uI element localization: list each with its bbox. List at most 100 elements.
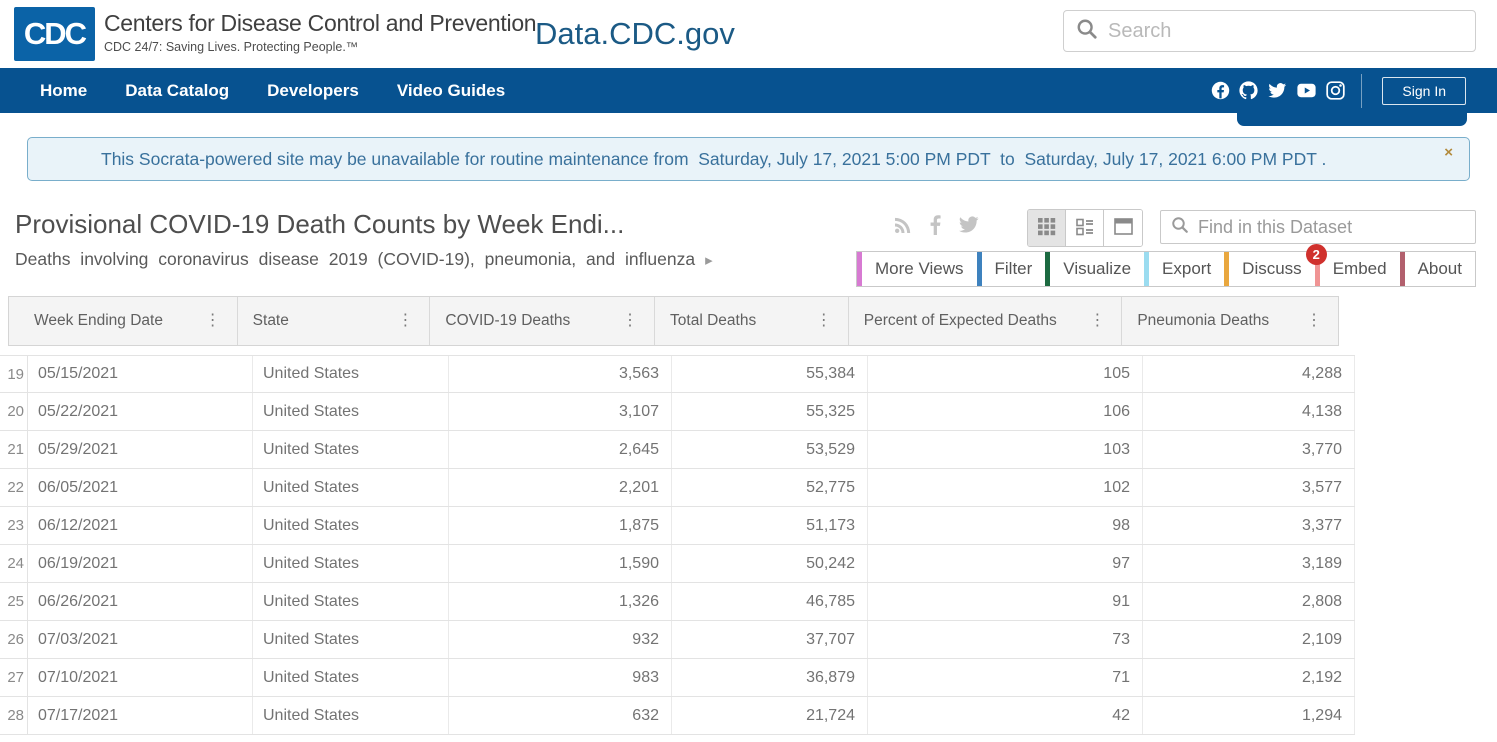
cell-week-ending-date[interactable]: 05/22/2021: [28, 393, 253, 430]
cell-total-deaths[interactable]: 21,724: [672, 697, 868, 734]
cell-week-ending-date[interactable]: 07/10/2021: [28, 659, 253, 696]
cell-pneumonia-deaths[interactable]: 3,377: [1143, 507, 1355, 544]
export-button[interactable]: Export: [1144, 252, 1224, 286]
cell-covid-deaths[interactable]: 1,590: [449, 545, 672, 582]
grid-view-button[interactable]: [1028, 210, 1066, 246]
cell-state[interactable]: United States: [253, 621, 449, 658]
cell-covid-deaths[interactable]: 1,326: [449, 583, 672, 620]
cell-percent-expected-deaths[interactable]: 71: [868, 659, 1143, 696]
column-menu-icon[interactable]: ⋮: [391, 309, 419, 333]
column-header-state[interactable]: State ⋮: [238, 297, 431, 345]
cell-pneumonia-deaths[interactable]: 4,138: [1143, 393, 1355, 430]
find-in-dataset[interactable]: [1160, 210, 1476, 244]
cell-percent-expected-deaths[interactable]: 102: [868, 469, 1143, 506]
instagram-icon[interactable]: [1326, 81, 1345, 100]
cell-percent-expected-deaths[interactable]: 42: [868, 697, 1143, 734]
column-menu-icon[interactable]: ⋮: [1300, 309, 1328, 333]
cell-total-deaths[interactable]: 36,879: [672, 659, 868, 696]
cell-total-deaths[interactable]: 52,775: [672, 469, 868, 506]
cell-pneumonia-deaths[interactable]: 3,770: [1143, 431, 1355, 468]
nav-item-data-catalog[interactable]: Data Catalog: [125, 81, 229, 101]
cell-week-ending-date[interactable]: 07/17/2021: [28, 697, 253, 734]
cell-state[interactable]: United States: [253, 431, 449, 468]
cell-pneumonia-deaths[interactable]: 2,109: [1143, 621, 1355, 658]
facebook-share-icon[interactable]: [930, 215, 941, 235]
cell-percent-expected-deaths[interactable]: 103: [868, 431, 1143, 468]
cell-week-ending-date[interactable]: 05/29/2021: [28, 431, 253, 468]
cell-week-ending-date[interactable]: 06/12/2021: [28, 507, 253, 544]
cell-percent-expected-deaths[interactable]: 98: [868, 507, 1143, 544]
column-header-percent-expected-deaths[interactable]: Percent of Expected Deaths ⋮: [849, 297, 1123, 345]
filter-button[interactable]: Filter: [977, 252, 1046, 286]
discuss-button[interactable]: Discuss 2: [1224, 252, 1315, 286]
nav-item-video-guides[interactable]: Video Guides: [397, 81, 505, 101]
cell-covid-deaths[interactable]: 2,645: [449, 431, 672, 468]
cell-week-ending-date[interactable]: 06/26/2021: [28, 583, 253, 620]
cell-covid-deaths[interactable]: 983: [449, 659, 672, 696]
cell-state[interactable]: United States: [253, 393, 449, 430]
cell-week-ending-date[interactable]: 06/05/2021: [28, 469, 253, 506]
column-header-pneumonia-deaths[interactable]: Pneumonia Deaths ⋮: [1122, 297, 1338, 345]
cell-pneumonia-deaths[interactable]: 1,294: [1143, 697, 1355, 734]
cell-percent-expected-deaths[interactable]: 105: [868, 356, 1143, 392]
column-menu-icon[interactable]: ⋮: [616, 309, 644, 333]
cdc-logo[interactable]: CDC: [14, 7, 95, 61]
column-menu-icon[interactable]: ⋮: [1083, 309, 1111, 333]
cell-percent-expected-deaths[interactable]: 73: [868, 621, 1143, 658]
column-header-covid-deaths[interactable]: COVID-19 Deaths ⋮: [430, 297, 655, 345]
cell-total-deaths[interactable]: 37,707: [672, 621, 868, 658]
column-menu-icon[interactable]: ⋮: [199, 309, 227, 333]
cell-state[interactable]: United States: [253, 356, 449, 392]
youtube-icon[interactable]: [1296, 81, 1317, 100]
twitter-icon[interactable]: [1267, 81, 1287, 100]
column-header-total-deaths[interactable]: Total Deaths ⋮: [655, 297, 849, 345]
site-title[interactable]: Data.CDC.gov: [535, 16, 735, 52]
cell-percent-expected-deaths[interactable]: 91: [868, 583, 1143, 620]
cell-covid-deaths[interactable]: 3,563: [449, 356, 672, 392]
cell-week-ending-date[interactable]: 07/03/2021: [28, 621, 253, 658]
cell-total-deaths[interactable]: 50,242: [672, 545, 868, 582]
find-in-dataset-input[interactable]: [1198, 217, 1465, 238]
facebook-icon[interactable]: [1211, 81, 1230, 100]
search-input[interactable]: [1108, 20, 1463, 43]
embed-button[interactable]: Embed: [1315, 252, 1400, 286]
rss-icon[interactable]: [893, 215, 913, 235]
cell-pneumonia-deaths[interactable]: 2,808: [1143, 583, 1355, 620]
cell-percent-expected-deaths[interactable]: 97: [868, 545, 1143, 582]
column-menu-icon[interactable]: ⋮: [810, 309, 838, 333]
cell-week-ending-date[interactable]: 06/19/2021: [28, 545, 253, 582]
cell-total-deaths[interactable]: 55,325: [672, 393, 868, 430]
column-header-week-ending-date[interactable]: Week Ending Date ⋮: [9, 297, 238, 345]
cell-covid-deaths[interactable]: 632: [449, 697, 672, 734]
cell-percent-expected-deaths[interactable]: 106: [868, 393, 1143, 430]
cell-total-deaths[interactable]: 53,529: [672, 431, 868, 468]
cell-state[interactable]: United States: [253, 583, 449, 620]
nav-item-developers[interactable]: Developers: [267, 81, 359, 101]
cell-pneumonia-deaths[interactable]: 3,577: [1143, 469, 1355, 506]
cell-covid-deaths[interactable]: 2,201: [449, 469, 672, 506]
cell-state[interactable]: United States: [253, 469, 449, 506]
cell-state[interactable]: United States: [253, 507, 449, 544]
cell-week-ending-date[interactable]: 05/15/2021: [28, 356, 253, 392]
github-icon[interactable]: [1239, 81, 1258, 100]
close-icon[interactable]: ×: [1444, 144, 1453, 161]
cell-total-deaths[interactable]: 46,785: [672, 583, 868, 620]
cell-pneumonia-deaths[interactable]: 3,189: [1143, 545, 1355, 582]
cell-state[interactable]: United States: [253, 545, 449, 582]
global-search[interactable]: [1063, 10, 1476, 52]
about-button[interactable]: About: [1400, 252, 1475, 286]
cell-state[interactable]: United States: [253, 697, 449, 734]
cell-covid-deaths[interactable]: 932: [449, 621, 672, 658]
cell-state[interactable]: United States: [253, 659, 449, 696]
page-view-button[interactable]: [1104, 210, 1142, 246]
cell-total-deaths[interactable]: 55,384: [672, 356, 868, 392]
cell-pneumonia-deaths[interactable]: 4,288: [1143, 356, 1355, 392]
expand-description-icon[interactable]: ▸: [705, 252, 713, 269]
visualize-button[interactable]: Visualize: [1045, 252, 1144, 286]
more-views-button[interactable]: More Views: [857, 252, 977, 286]
cell-covid-deaths[interactable]: 1,875: [449, 507, 672, 544]
nav-item-home[interactable]: Home: [40, 81, 87, 101]
twitter-share-icon[interactable]: [958, 216, 979, 234]
list-view-button[interactable]: [1066, 210, 1104, 246]
sign-in-button[interactable]: Sign In: [1382, 77, 1466, 105]
